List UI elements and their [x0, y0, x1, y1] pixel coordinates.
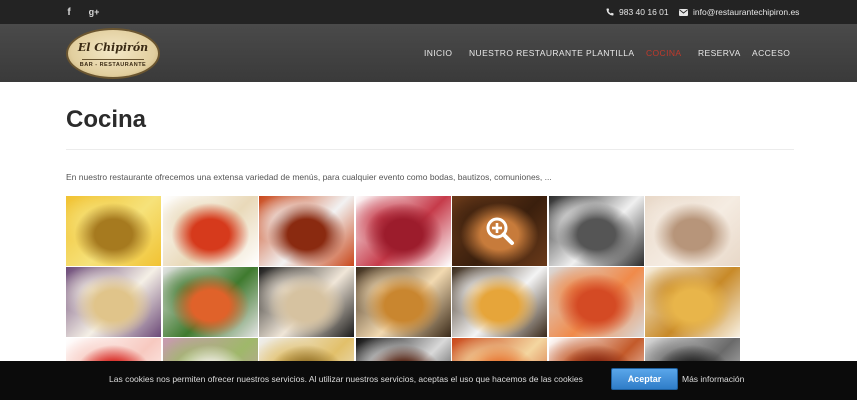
- envelope-icon: [679, 8, 688, 16]
- logo-divider: [82, 59, 144, 60]
- email-contact[interactable]: info@restaurantechipiron.es: [679, 0, 799, 24]
- cookie-message: Las cookies nos permiten ofrecer nuestro…: [109, 374, 583, 384]
- gallery-photo[interactable]: [549, 196, 644, 266]
- gallery-photo[interactable]: [452, 267, 547, 337]
- gallery-photo[interactable]: [549, 267, 644, 337]
- gallery-photo[interactable]: [66, 196, 161, 266]
- logo-subtitle: BAR - RESTAURANTE: [79, 62, 147, 68]
- nav-item-inicio[interactable]: INICIO: [424, 24, 452, 82]
- gallery-photo[interactable]: [645, 267, 740, 337]
- restaurant-logo[interactable]: El Chipirón BAR - RESTAURANTE: [66, 28, 160, 79]
- gallery-photo[interactable]: [66, 267, 161, 337]
- gallery-photo[interactable]: [645, 196, 740, 266]
- gallery-photo[interactable]: [259, 267, 354, 337]
- accept-cookies-button[interactable]: Aceptar: [611, 368, 678, 390]
- gallery-photo[interactable]: [356, 196, 451, 266]
- page-title: Cocina: [66, 106, 147, 133]
- nav-item-reserva[interactable]: RESERVA: [698, 24, 741, 82]
- nav-item-cocina[interactable]: COCINA: [646, 24, 681, 82]
- phone-contact: 983 40 16 01: [606, 0, 669, 24]
- intro-text: En nuestro restaurante ofrecemos una ext…: [66, 172, 552, 182]
- nav-item-nuestro-restaurante[interactable]: NUESTRO RESTAURANTE: [469, 24, 583, 82]
- cookie-banner: Las cookies nos permiten ofrecer nuestro…: [0, 361, 857, 400]
- gallery-photo[interactable]: [163, 267, 258, 337]
- logo-name: El Chipirón: [77, 41, 149, 54]
- top-bar: f g+ 983 40 16 01 info@restaurantechipir…: [0, 0, 857, 24]
- gallery-photo[interactable]: [163, 196, 258, 266]
- zoom-in-icon[interactable]: [485, 216, 515, 246]
- phone-icon: [606, 8, 614, 16]
- gallery-photo[interactable]: [356, 267, 451, 337]
- facebook-icon[interactable]: f: [62, 0, 76, 24]
- phone-number: 983 40 16 01: [619, 7, 669, 17]
- title-divider: [66, 149, 794, 150]
- nav-item-acceso[interactable]: ACCESO: [752, 24, 790, 82]
- more-info-link[interactable]: Más información: [682, 361, 744, 400]
- email-address[interactable]: info@restaurantechipiron.es: [693, 7, 799, 17]
- nav-item-plantilla[interactable]: PLANTILLA: [586, 24, 634, 82]
- gallery-photo[interactable]: [259, 196, 354, 266]
- gallery-photo[interactable]: [452, 196, 547, 266]
- google-plus-icon[interactable]: g+: [87, 0, 101, 24]
